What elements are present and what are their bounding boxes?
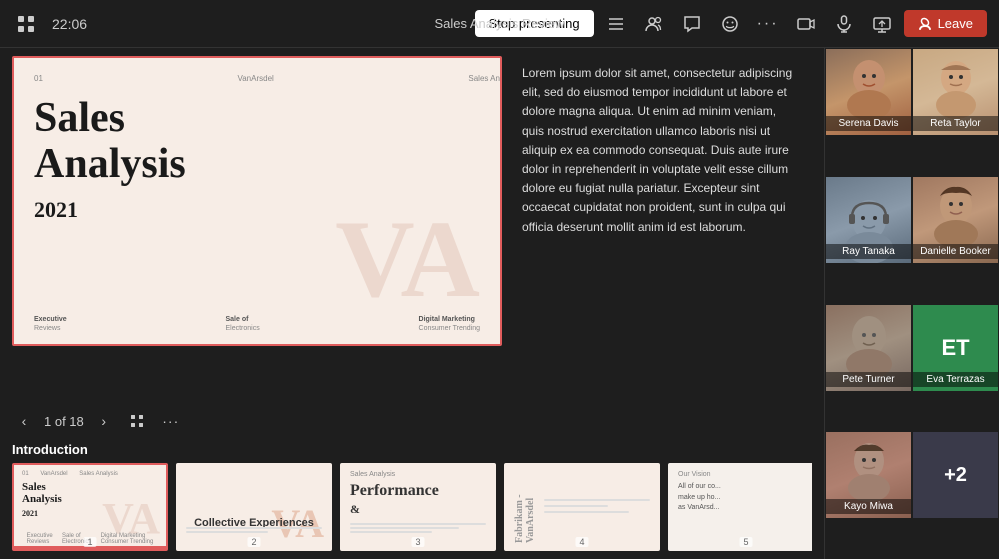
participant-name-reta: Reta Taylor	[913, 116, 998, 131]
presentation-area: 01 VanArsdel Sales Analysis Sales Analys…	[0, 48, 824, 559]
camera-btn[interactable]	[790, 8, 822, 40]
thumb3-lines	[350, 523, 486, 535]
slide-count: 1 of 18	[44, 414, 84, 429]
thumb2-line1	[186, 527, 322, 529]
slide-brand-label: VanArsdel	[237, 74, 273, 83]
eva-initials: ET	[941, 335, 969, 361]
topbar-left: 22:06	[12, 10, 87, 38]
screen-share-btn[interactable]	[866, 8, 898, 40]
thumb2-line2	[186, 531, 268, 533]
footer-label-1: Executive	[34, 316, 67, 323]
thumbnails-row: 01 VanArsdel Sales Analysis SalesAnalysi…	[12, 463, 812, 551]
thumb4-line3	[544, 511, 629, 513]
slide-year: 2021	[34, 197, 502, 223]
participant-name-eva: Eva Terrazas	[913, 372, 998, 387]
thumb4-line1	[544, 499, 650, 501]
thumb1-label: 01 VanArsdel Sales Analysis	[22, 471, 158, 477]
participant-list-icon[interactable]	[600, 8, 632, 40]
thumbnail-1[interactable]: 01 VanArsdel Sales Analysis SalesAnalysi…	[12, 463, 168, 551]
slide-footer-col-2: Sale of Electronics	[225, 316, 259, 332]
slide-num-label: 01	[34, 74, 43, 83]
participant-name-danielle: Danielle Booker	[913, 244, 998, 259]
footer-sub-3: Consumer Trending	[419, 325, 480, 332]
participant-cell-ray: Ray Tanaka	[825, 176, 912, 264]
thumb4-num: 4	[575, 537, 588, 547]
footer-sub-2: Electronics	[225, 325, 259, 332]
participant-grid: Serena Davis Reta Taylor	[825, 48, 999, 559]
slide-footer-col-1: Executive Reviews	[34, 316, 67, 332]
slide-view: 01 VanArsdel Sales Analysis Sales Analys…	[0, 48, 824, 404]
leave-label: Leave	[938, 16, 973, 31]
participant-overflow: +2	[913, 432, 998, 518]
thumb3-line1	[350, 523, 486, 525]
thumbnail-2[interactable]: VA Collective Experiences 2	[176, 463, 332, 551]
thumb5-label: Our Vision	[678, 471, 812, 478]
participant-name-pete: Pete Turner	[826, 372, 911, 387]
next-slide-btn[interactable]: ›	[92, 409, 116, 433]
overflow-count: +2	[944, 464, 967, 487]
thumb2-lines	[186, 527, 322, 535]
slide-title: Sales Analysis	[34, 95, 502, 187]
time-display: 22:06	[52, 16, 87, 32]
thumb4-lines	[536, 499, 650, 515]
footer-label-3: Digital Marketing	[419, 316, 480, 323]
thumbnail-5[interactable]: Our Vision All of our co...make up ho...…	[668, 463, 812, 551]
slide-content: 01 VanArsdel Sales Analysis Sales Analys…	[34, 74, 502, 223]
thumbnail-3[interactable]: Sales Analysis Performance& 3	[340, 463, 496, 551]
thumb3-line3	[350, 531, 432, 533]
topbar: 22:06 Sales Analysis Review Stop present…	[0, 0, 999, 48]
window-title: Sales Analysis Review	[434, 16, 564, 31]
prev-slide-btn[interactable]: ‹	[12, 409, 36, 433]
participant-cell-eva: ET Eva Terrazas	[912, 304, 999, 392]
thumb4-vertical-text: Fabrikam - VanArsdel	[514, 471, 536, 543]
leave-button[interactable]: Leave	[904, 10, 987, 37]
participant-cell-kayo: Kayo Miwa	[825, 431, 912, 519]
thumb3-label: Sales Analysis	[350, 471, 486, 478]
people-icon-btn[interactable]	[638, 8, 670, 40]
grid-view-btn[interactable]	[124, 408, 150, 434]
slide-footer: Executive Reviews Sale of Electronics Di…	[34, 316, 480, 332]
more-nav-btn[interactable]: ···	[158, 408, 184, 434]
slide-nav: ‹ 1 of 18 › ···	[0, 404, 824, 438]
participant-cell-pete: Pete Turner	[825, 304, 912, 392]
slide-title-line1: Sales	[34, 95, 125, 141]
participant-name-kayo: Kayo Miwa	[826, 499, 911, 514]
slide-title-line2: Analysis	[34, 141, 186, 187]
slide-notes-text: Lorem ipsum dolor sit amet, consectetur …	[522, 64, 796, 237]
thumb3-title: Performance&	[350, 482, 486, 517]
mic-btn[interactable]	[828, 8, 860, 40]
participant-cell-reta: Reta Taylor	[912, 48, 999, 136]
thumb3-num: 3	[411, 537, 424, 547]
participant-cell-danielle: Danielle Booker	[912, 176, 999, 264]
main-slide: 01 VanArsdel Sales Analysis Sales Analys…	[12, 56, 502, 346]
footer-sub-1: Reviews	[34, 325, 67, 332]
chat-icon-btn[interactable]	[676, 8, 708, 40]
thumb2-num: 2	[247, 537, 260, 547]
slide-label-top: 01 VanArsdel Sales Analysis	[34, 74, 502, 83]
participants-panel: Serena Davis Reta Taylor	[824, 48, 999, 559]
main-area: 01 VanArsdel Sales Analysis Sales Analys…	[0, 48, 999, 559]
more-options-btn[interactable]: ···	[752, 8, 784, 40]
slide-footer-col-3: Digital Marketing Consumer Trending	[419, 316, 480, 332]
participant-name-ray: Ray Tanaka	[826, 244, 911, 259]
thumb5-num: 5	[739, 537, 752, 547]
thumbnail-4[interactable]: Fabrikam - VanArsdel 4	[504, 463, 660, 551]
slide-cat-label: Sales Analysis	[468, 74, 502, 83]
thumbnails-section: Introduction 01 VanArsdel Sales Analysis…	[0, 438, 824, 559]
footer-label-2: Sale of	[225, 316, 259, 323]
participant-name-serena: Serena Davis	[826, 116, 911, 131]
slide-notes: Lorem ipsum dolor sit amet, consectetur …	[502, 56, 812, 400]
grid-icon-btn[interactable]	[12, 10, 40, 38]
thumbnails-section-label: Introduction	[12, 442, 812, 457]
thumb3-line2	[350, 527, 459, 529]
participant-cell-overflow: +2	[912, 431, 999, 519]
participant-cell-serena: Serena Davis	[825, 48, 912, 136]
thumb1-num: 1	[83, 537, 96, 547]
thumb4-line2	[544, 505, 608, 507]
thumb5-text: All of our co...make up ho...as VanArsd.…	[678, 482, 812, 514]
react-icon-btn[interactable]	[714, 8, 746, 40]
